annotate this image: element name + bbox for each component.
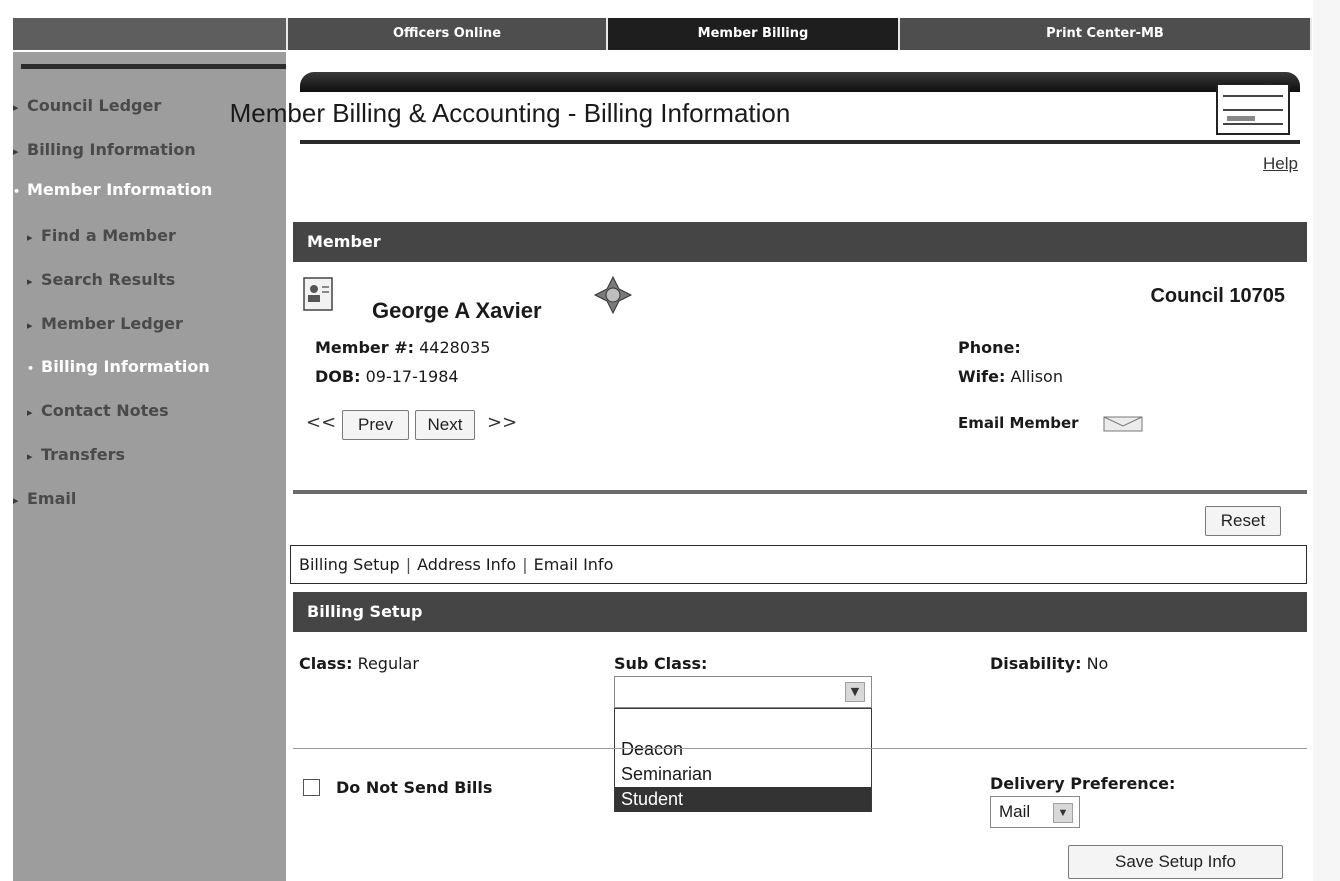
council-number: Council 10705 <box>1150 285 1285 307</box>
first-record-arrow[interactable]: << <box>306 412 336 433</box>
wife-label: Wife: <box>958 367 1006 386</box>
disability-row: Disability: No <box>990 654 1108 673</box>
subtab-separator: | <box>405 555 412 574</box>
last-record-arrow[interactable]: >> <box>487 412 517 433</box>
subclass-option-seminarian[interactable]: Seminarian <box>615 762 871 787</box>
top-nav-spacer <box>13 18 288 50</box>
subclass-label: Sub Class: <box>614 654 708 673</box>
chevron-right-icon: ▸ <box>27 231 33 244</box>
wife-row: Wife: Allison <box>958 367 1063 386</box>
page-title: Member Billing & Accounting - Billing In… <box>229 98 791 128</box>
banner-bar <box>300 72 1300 92</box>
member-name: George A Xavier <box>372 298 542 323</box>
tab-print-center[interactable]: Print Center-MB <box>900 18 1312 50</box>
help-link[interactable]: Help <box>1263 154 1298 174</box>
member-number-label: Member #: <box>315 338 415 357</box>
sidebar-item-label: Transfers <box>41 445 125 464</box>
sidebar-item-contact-notes[interactable]: ▸ Contact Notes <box>27 401 169 420</box>
sidebar-item-label: Contact Notes <box>41 401 169 420</box>
subclass-option-deacon[interactable]: Deacon <box>615 737 871 762</box>
sidebar-item-search-results[interactable]: ▸ Search Results <box>27 270 175 289</box>
sidebar-item-label: Billing Information <box>41 357 210 376</box>
emblem-icon <box>593 275 633 315</box>
banner-underline <box>300 140 1300 144</box>
sidebar-item-label: Search Results <box>41 270 176 289</box>
save-setup-button[interactable]: Save Setup Info <box>1068 845 1283 879</box>
sidebar-item-label: Member Information <box>27 180 213 199</box>
sidebar-item-member-ledger[interactable]: ▸ Member Ledger <box>27 314 183 333</box>
billing-divider <box>293 748 1307 749</box>
next-button[interactable]: Next <box>415 410 475 440</box>
tab-member-billing[interactable]: Member Billing <box>608 18 900 50</box>
subclass-dropdown-list: Deacon Seminarian Student <box>614 708 872 812</box>
chevron-down-icon[interactable]: ▼ <box>845 682 865 702</box>
disability-value: No <box>1086 654 1109 673</box>
subclass-option-blank[interactable] <box>615 711 871 736</box>
chevron-right-icon: ▸ <box>13 145 19 158</box>
sidebar-item-billing-information[interactable]: ▸ Billing Information <box>13 140 196 159</box>
do-not-send-label: Do Not Send Bills <box>336 778 493 797</box>
disability-label: Disability: <box>990 654 1082 673</box>
do-not-send-checkbox[interactable] <box>303 779 320 796</box>
delivery-selected-value: Mail <box>999 802 1031 821</box>
sidebar-item-label: Find a Member <box>41 226 176 245</box>
sidebar-item-label: Member Ledger <box>41 314 183 333</box>
scrollbar-track[interactable] <box>1313 0 1340 881</box>
sidebar-item-transfers[interactable]: ▸ Transfers <box>27 445 125 464</box>
dob-row: DOB: 09-17-1984 <box>315 367 459 386</box>
bullet-icon: • <box>13 185 21 198</box>
top-nav: Officers Online Member Billing Print Cen… <box>13 18 1312 50</box>
sidebar: ▸ Council Ledger ▸ Billing Information • Me… <box>13 52 286 881</box>
subclass-select[interactable]: ▼ <box>614 676 872 708</box>
dob-value: 09-17-1984 <box>365 367 459 386</box>
class-row: Class: Regular <box>299 654 419 673</box>
delivery-preference-select[interactable]: Mail ▼ <box>990 796 1080 828</box>
ledger-icon <box>1216 83 1290 135</box>
chevron-down-icon[interactable]: ▼ <box>1053 803 1073 823</box>
tab-officers-online[interactable]: Officers Online <box>288 18 608 50</box>
section-divider <box>293 490 1307 494</box>
subtab-address-info[interactable]: Address Info <box>417 555 516 574</box>
subtab-separator: | <box>522 555 528 574</box>
sidebar-item-member-information[interactable]: • Member Information <box>13 180 212 199</box>
chevron-right-icon: ▸ <box>27 450 33 463</box>
bullet-icon: • <box>27 362 35 375</box>
member-number-value: 4428035 <box>419 338 491 357</box>
subclass-option-student[interactable]: Student <box>615 787 871 812</box>
class-label: Class: <box>299 654 353 673</box>
email-member-link[interactable]: Email Member <box>958 414 1079 432</box>
chevron-right-icon: ▸ <box>27 406 33 419</box>
phone-label: Phone: <box>958 338 1021 357</box>
sidebar-item-email[interactable]: ▸ Email <box>13 489 76 508</box>
sidebar-item-billing-info-sub[interactable]: • Billing Information <box>27 357 210 376</box>
delivery-preference-label: Delivery Preference: <box>990 774 1176 793</box>
subtab-email-info[interactable]: Email Info <box>534 555 614 574</box>
sidebar-item-label: Billing Information <box>27 140 196 159</box>
wife-value: Allison <box>1010 367 1063 386</box>
subtab-bar: Billing Setup | Address Info | Email Info <box>290 545 1307 584</box>
subtab-billing-setup[interactable]: Billing Setup <box>299 555 400 574</box>
class-value: Regular <box>357 654 419 673</box>
billing-setup-header: Billing Setup <box>293 592 1307 632</box>
reset-button[interactable]: Reset <box>1205 506 1281 536</box>
sidebar-top-rule <box>21 64 286 69</box>
phone-row: Phone: <box>958 338 1021 357</box>
member-card-icon <box>303 277 333 311</box>
member-number-row: Member #: 4428035 <box>315 338 490 357</box>
prev-button[interactable]: Prev <box>342 410 409 440</box>
chevron-right-icon: ▸ <box>13 494 19 507</box>
member-section-header: Member <box>293 222 1307 262</box>
mail-icon[interactable] <box>1103 416 1143 432</box>
dob-label: DOB: <box>315 367 361 386</box>
sidebar-item-label: Email <box>27 489 77 508</box>
chevron-right-icon: ▸ <box>27 275 33 288</box>
sidebar-item-find-a-member[interactable]: ▸ Find a Member <box>27 226 176 245</box>
chevron-right-icon: ▸ <box>27 319 33 332</box>
